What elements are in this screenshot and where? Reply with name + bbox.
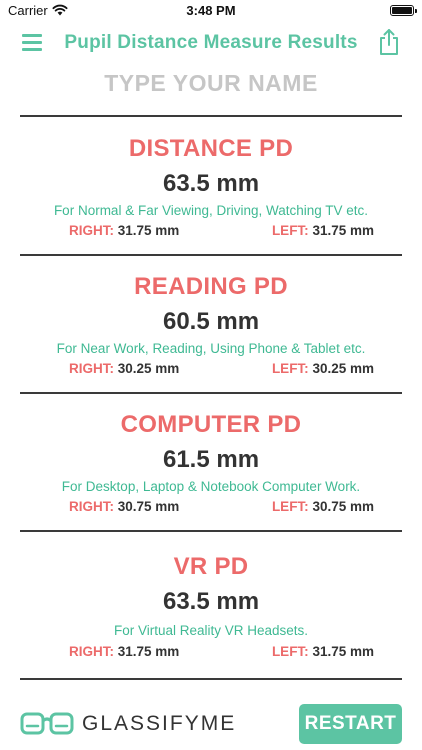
page-title: Pupil Distance Measure Results — [64, 32, 358, 53]
pd-value: 60.5 mm — [162, 308, 260, 335]
left-label: LEFT: — [271, 223, 309, 238]
status-bar: Carrier 3:48 PM — [0, 0, 422, 22]
brand-name: GLASSIFYME — [82, 712, 237, 735]
right-eye-pd: RIGHT: 31.75 mm — [69, 644, 179, 659]
left-value: 30.25 mm — [312, 361, 374, 376]
right-eye-pd: RIGHT: 31.75 mm — [69, 223, 179, 238]
right-value: 31.75 mm — [117, 644, 180, 659]
left-eye-pd: LEFT: 30.25 mm — [272, 361, 374, 376]
left-label: LEFT: — [271, 361, 309, 376]
divider — [20, 530, 402, 532]
right-eye-pd: RIGHT: 30.75 mm — [69, 499, 179, 514]
reading-pd-section: READING PD 60.5 mm For Near Work, Readin… — [20, 255, 402, 393]
right-label: RIGHT: — [69, 223, 114, 238]
left-value: 30.75 mm — [312, 499, 374, 514]
left-eye-pd: LEFT: 31.75 mm — [272, 644, 374, 659]
pd-title: COMPUTER PD — [120, 411, 302, 438]
battery-icon — [390, 5, 417, 16]
vr-pd-section: VR PD 63.5 mm For Virtual Reality VR Hea… — [20, 535, 402, 673]
computer-pd-section: COMPUTER PD 61.5 mm For Desktop, Laptop … — [20, 393, 402, 531]
glasses-logo-icon — [20, 712, 74, 735]
divider — [20, 678, 402, 680]
right-label: RIGHT: — [69, 361, 114, 376]
pd-description: For Normal & Far Viewing, Driving, Watch… — [53, 203, 369, 218]
pd-description: For Virtual Reality VR Headsets. — [113, 623, 309, 638]
pd-description: For Near Work, Reading, Using Phone & Ta… — [56, 341, 366, 356]
name-input[interactable] — [20, 66, 402, 100]
left-label: LEFT: — [271, 499, 309, 514]
restart-button[interactable]: RESTART — [299, 704, 402, 744]
pd-title: VR PD — [173, 553, 249, 580]
pd-description: For Desktop, Laptop & Notebook Computer … — [61, 479, 361, 494]
left-eye-pd: LEFT: 31.75 mm — [272, 223, 374, 238]
right-value: 31.75 mm — [117, 223, 180, 238]
pd-title: DISTANCE PD — [128, 135, 294, 162]
pd-value: 61.5 mm — [162, 446, 260, 473]
right-label: RIGHT: — [69, 644, 114, 659]
left-value: 31.75 mm — [312, 223, 374, 238]
distance-pd-section: DISTANCE PD 63.5 mm For Normal & Far Vie… — [20, 117, 402, 255]
pd-value: 63.5 mm — [162, 588, 260, 615]
pd-title: READING PD — [134, 273, 288, 300]
pd-value: 63.5 mm — [162, 170, 260, 197]
right-value: 30.25 mm — [117, 361, 180, 376]
right-value: 30.75 mm — [117, 499, 180, 514]
left-value: 31.75 mm — [312, 644, 374, 659]
left-eye-pd: LEFT: 30.75 mm — [272, 499, 374, 514]
right-eye-pd: RIGHT: 30.25 mm — [69, 361, 179, 376]
nav-bar: Pupil Distance Measure Results — [0, 24, 422, 64]
share-icon[interactable] — [378, 28, 400, 56]
clock: 3:48 PM — [186, 3, 236, 18]
right-label: RIGHT: — [69, 499, 114, 514]
left-label: LEFT: — [271, 644, 309, 659]
